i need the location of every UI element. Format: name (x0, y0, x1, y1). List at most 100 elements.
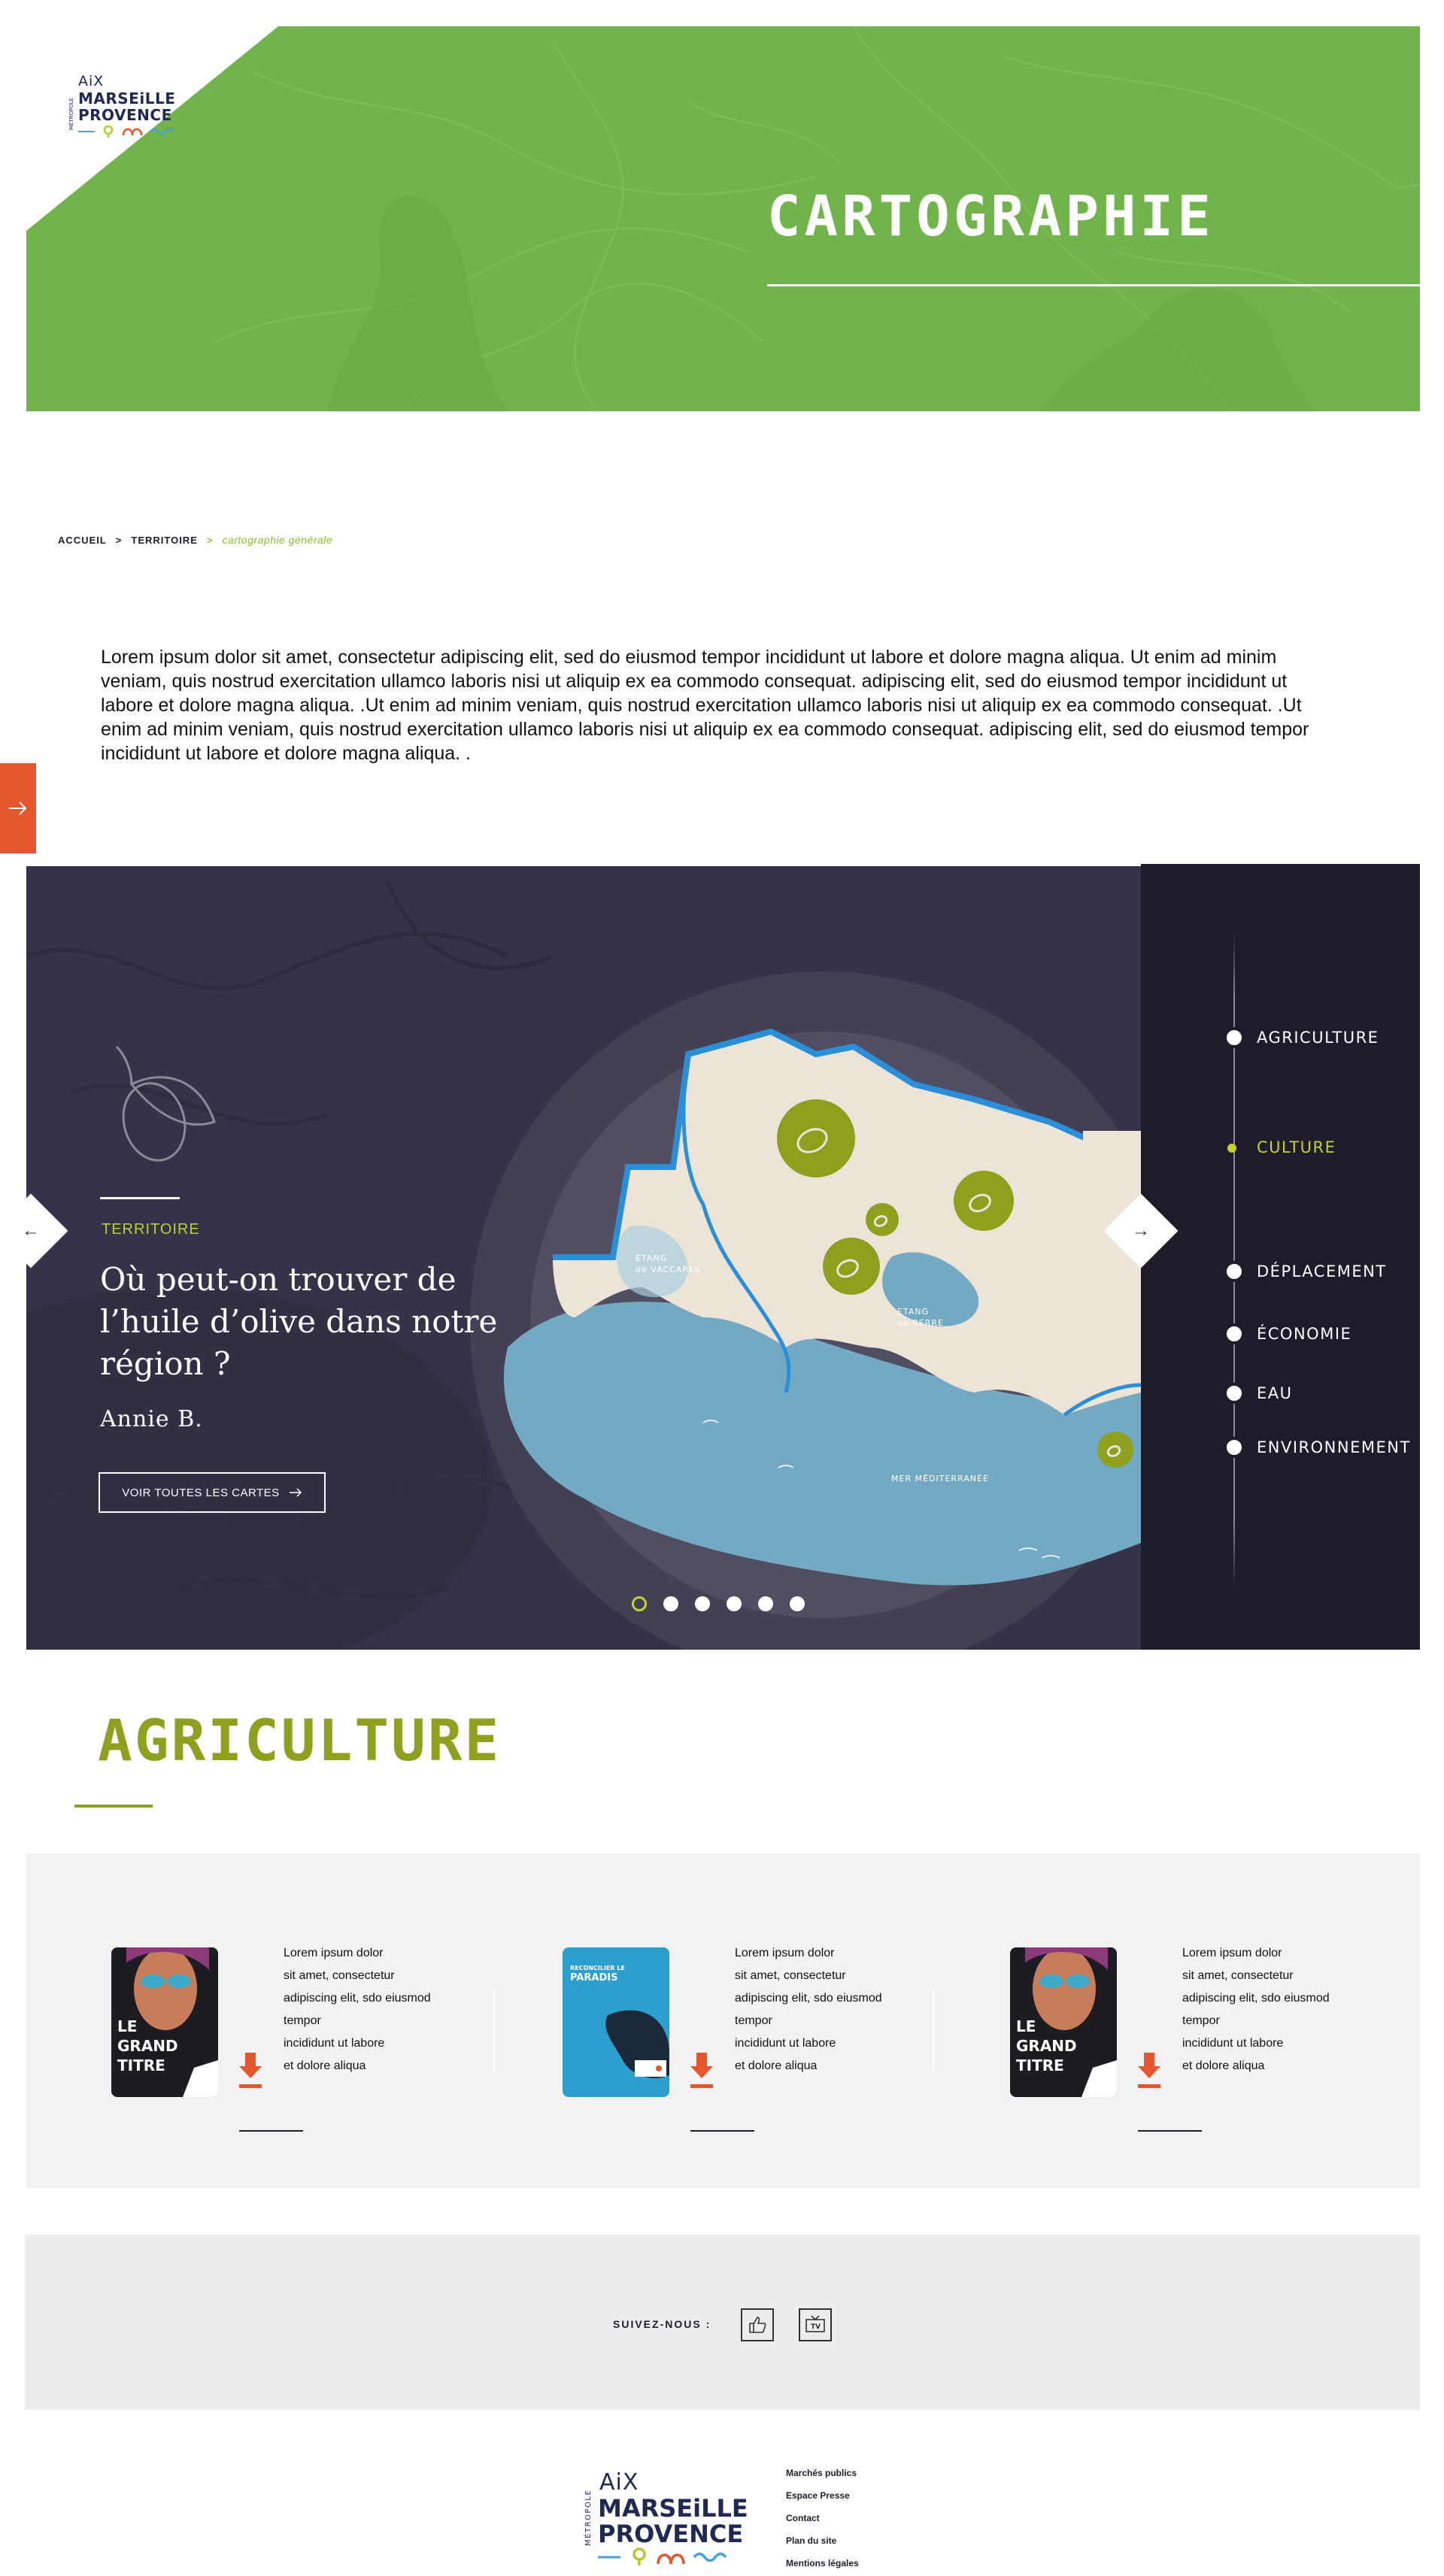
map-label-mer: MER MÉDITERRANÉE (891, 1474, 989, 1483)
slider-dot[interactable] (758, 1596, 773, 1611)
category-label: CULTURE (1257, 1138, 1336, 1156)
slide-category: TERRITOIRE (102, 1221, 200, 1238)
svg-text:MÉTROPOLE: MÉTROPOLE (68, 98, 74, 130)
download-icon[interactable] (1138, 2053, 1160, 2090)
map-label-vaccares-1: ETANG (636, 1253, 667, 1263)
svg-text:RECONCILIER LE: RECONCILIER LE (570, 1965, 625, 1971)
document-cover[interactable]: LE GRAND TITRE (111, 1947, 218, 2097)
document-description: Lorem ipsum dolor sit amet, consectetur … (284, 1947, 431, 2072)
follow-label: SUIVEZ-NOUS : (613, 2318, 711, 2330)
breadcrumb: ACCUEIL > TERRITOIRE > cartographie géné… (58, 534, 332, 546)
svg-text:LE: LE (117, 2017, 137, 2035)
slider-dot[interactable] (632, 1596, 647, 1611)
category-bullet (1224, 1137, 1245, 1158)
slider-dot[interactable] (790, 1596, 805, 1611)
document-divider (933, 1989, 934, 2071)
logo-text-aix: AiX (599, 2469, 639, 2496)
footer-link-presse[interactable]: Espace Presse (786, 2489, 859, 2502)
document-card: LE GRAND TITRE Lorem ipsum dolor sit ame… (925, 1853, 1376, 2188)
category-bullet (1224, 1437, 1245, 1458)
section-title: AGRICULTURE (98, 1707, 502, 1774)
category-bullet (1224, 1323, 1245, 1344)
side-toggle-tab[interactable] (0, 763, 36, 853)
category-environnement[interactable]: ENVIRONNEMENT (1224, 1437, 1411, 1458)
slide-title: Où peut-on trouver de l’huile d’olive da… (100, 1261, 498, 1382)
breadcrumb-separator: > (115, 534, 123, 546)
category-agriculture[interactable]: AGRICULTURE (1224, 1027, 1379, 1048)
map-label-vaccares-2: de VACCARES (636, 1265, 701, 1274)
footer-link-marches[interactable]: Marchés publics (786, 2466, 859, 2480)
footer-logo[interactable]: MÉTROPOLE AiX MARSEiLLE PROVENCE (583, 2469, 756, 2567)
arrow-right-icon (289, 1488, 302, 1497)
category-label: ÉCONOMIE (1257, 1325, 1352, 1343)
cover-image: LE GRAND TITRE (1010, 1947, 1117, 2097)
logo-text-provence: PROVENCE (598, 2520, 744, 2548)
slider-dot[interactable] (663, 1596, 678, 1611)
slide-accent-line (100, 1197, 180, 1199)
svg-text:MÉTROPOLE: MÉTROPOLE (583, 2490, 593, 2546)
document-cover[interactable]: LE GRAND TITRE (1010, 1947, 1117, 2097)
hero-white-corner (26, 26, 278, 231)
olive-icon (115, 1045, 216, 1162)
arrow-right-icon: → (1132, 1220, 1150, 1241)
cover-image: RECONCILIER LE PARADIS (563, 1947, 669, 2097)
category-label: AGRICULTURE (1257, 1029, 1379, 1047)
view-all-maps-button[interactable]: VOIR TOUTES LES CARTES (99, 1472, 326, 1513)
map-label-berre-2: de BERRE (897, 1318, 944, 1328)
category-bullet (1224, 1261, 1245, 1282)
section-underline (74, 1805, 153, 1808)
category-panel (1141, 864, 1420, 1650)
footer-link-mentions[interactable]: Mentions légales (786, 2556, 859, 2570)
logo-marks (78, 126, 174, 138)
document-underline (239, 2130, 303, 2132)
footer-links: Marchés publics Espace Presse Contact Pl… (786, 2466, 859, 2570)
document-cover[interactable]: RECONCILIER LE PARADIS (563, 1947, 669, 2097)
view-all-maps-label: VOIR TOUTES LES CARTES (122, 1486, 280, 1499)
breadcrumb-current: cartographie générale (222, 534, 333, 546)
logo-text-aix: AiX (78, 73, 105, 89)
arrow-left-icon: ← (22, 1220, 40, 1241)
document-underline (1138, 2130, 1202, 2132)
svg-text:TITRE: TITRE (1016, 2056, 1064, 2074)
svg-text:TV: TV (811, 2323, 821, 2331)
category-label: EAU (1257, 1384, 1293, 1402)
intro-paragraph: Lorem ipsum dolor sit amet, consectetur … (101, 647, 1309, 764)
logo-text-provence: PROVENCE (78, 106, 172, 124)
download-icon[interactable] (690, 2053, 713, 2090)
category-label: ENVIRONNEMENT (1257, 1438, 1411, 1456)
title-underline (767, 284, 1420, 286)
download-icon[interactable] (239, 2053, 262, 2090)
svg-text:LE: LE (1016, 2017, 1036, 2035)
category-label: DÉPLACEMENT (1257, 1262, 1387, 1280)
hero-banner: MÉTROPOLE AiX MARSEiLLE PROVENCE CARTOGR… (26, 26, 1420, 411)
breadcrumb-separator: > (206, 534, 214, 546)
category-culture[interactable]: CULTURE (1224, 1137, 1336, 1158)
logo-vertical-tag: MÉTROPOLE (68, 98, 74, 130)
category-eau[interactable]: EAU (1224, 1383, 1293, 1404)
category-economie[interactable]: ÉCONOMIE (1224, 1323, 1351, 1344)
slider-dot[interactable] (727, 1596, 742, 1611)
slider-dot[interactable] (695, 1596, 710, 1611)
map-label-berre-1: ETANG (897, 1307, 929, 1317)
footer-link-contact[interactable]: Contact (786, 2511, 859, 2525)
document-description: Lorem ipsum dolor sit amet, consectetur … (1182, 1947, 1330, 2072)
thumbs-up-icon[interactable] (741, 2308, 774, 2341)
social-bar (25, 2235, 1420, 2410)
svg-text:TITRE: TITRE (117, 2056, 165, 2074)
documents-section: LE GRAND TITRE Lorem ipsum dolor sit ame… (26, 1853, 1420, 2188)
footer-link-plan[interactable]: Plan du site (786, 2534, 859, 2547)
cover-image: LE GRAND TITRE (111, 1947, 218, 2097)
category-deplacement[interactable]: DÉPLACEMENT (1224, 1261, 1387, 1282)
tv-icon[interactable]: TV (799, 2308, 832, 2341)
breadcrumb-territoire[interactable]: TERRITOIRE (131, 535, 198, 546)
breadcrumb-home[interactable]: ACCUEIL (58, 535, 107, 546)
logo-text-marseille: MARSEiLLE (598, 2494, 748, 2523)
document-card: LE GRAND TITRE Lorem ipsum dolor sit ame… (26, 1853, 478, 2188)
document-card: RECONCILIER LE PARADIS Lorem ipsum dolor… (478, 1853, 929, 2188)
logo-text-marseille: MARSEiLLE (78, 89, 176, 108)
logo-marks (598, 2547, 727, 2565)
svg-text:GRAND: GRAND (1016, 2037, 1077, 2055)
document-description: Lorem ipsum dolor sit amet, consectetur … (735, 1947, 882, 2072)
category-bullet (1224, 1383, 1245, 1404)
document-divider (493, 1989, 495, 2071)
